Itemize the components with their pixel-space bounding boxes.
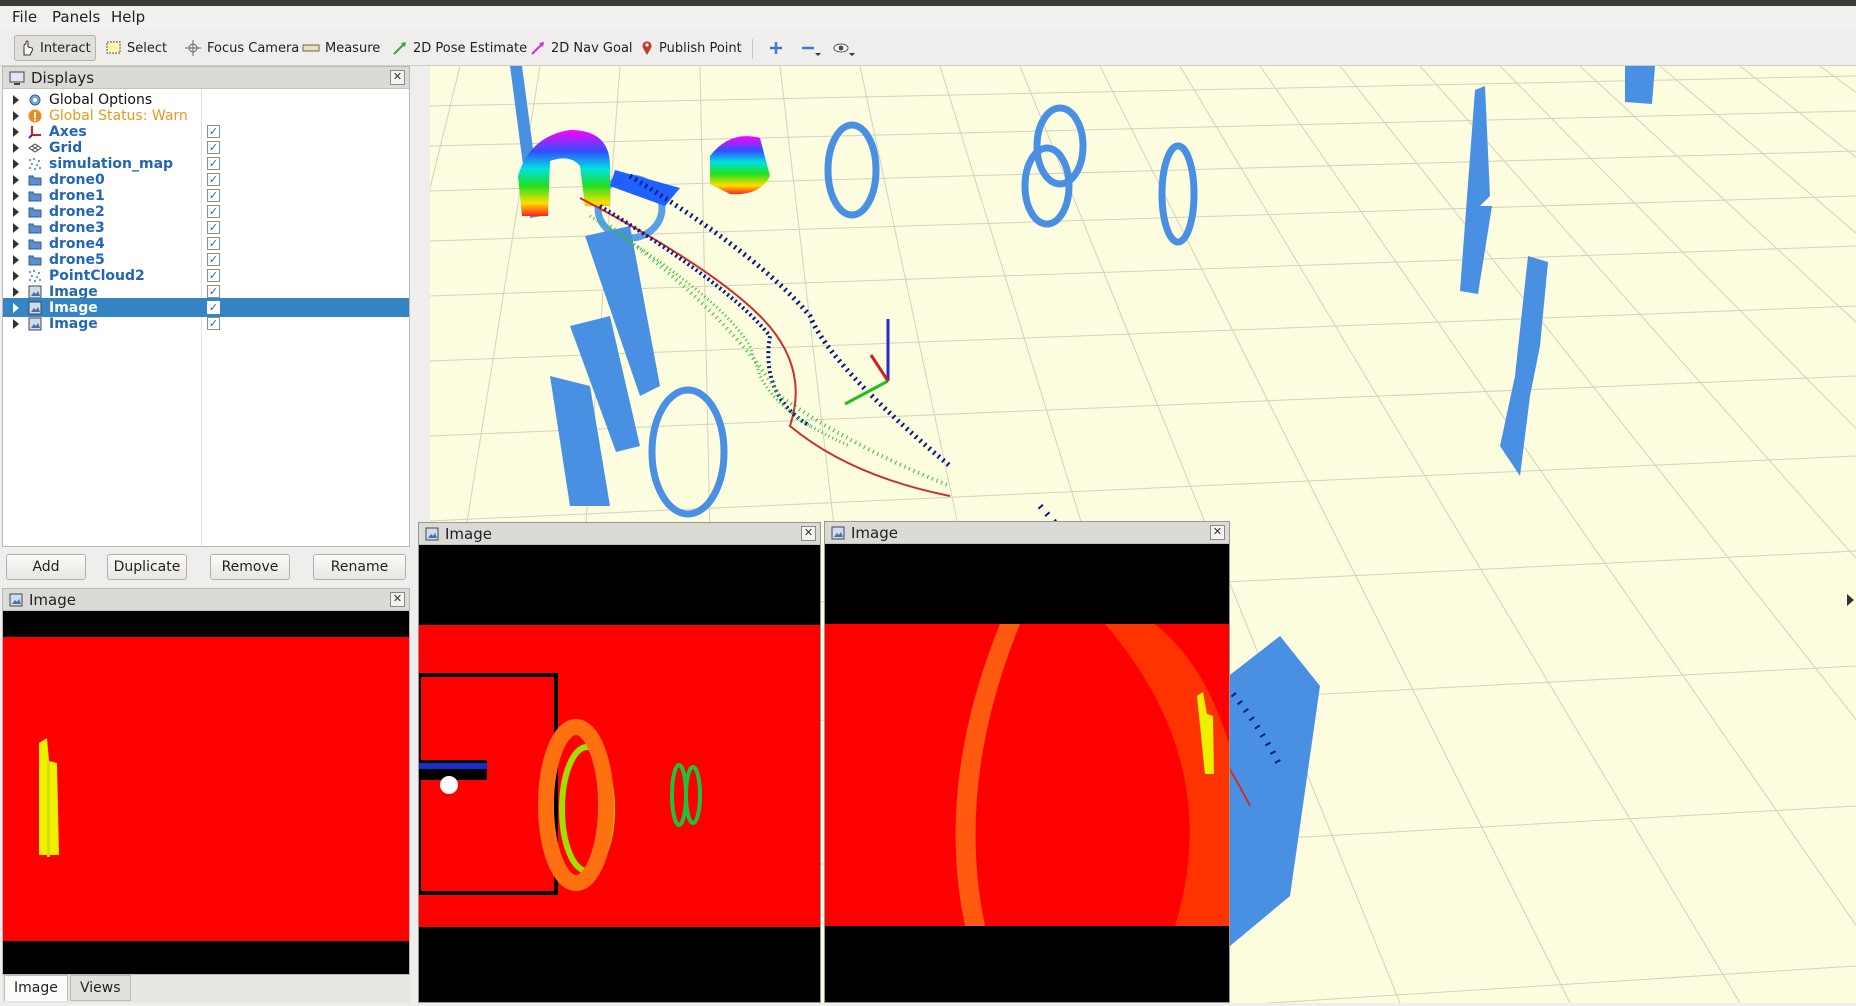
toolbar-separator [752,39,753,59]
image-icon [9,593,23,606]
image-panel-right-title: Image [851,523,898,542]
image-panel-middle: Image ✕ [417,522,821,1003]
add-button[interactable]: Add [6,554,86,580]
rename-button[interactable]: Rename [313,554,406,580]
camera-image-left [3,611,409,974]
add-tool-button[interactable] [764,35,793,61]
display-enabled-checkbox[interactable]: ✓ [207,253,220,266]
focus-camera-icon [185,40,201,56]
bottom-tab-bar: Image Views [2,975,410,1003]
image-panel-middle-title: Image [445,524,492,543]
expand-arrow-icon[interactable] [13,318,19,329]
image-icon [27,316,43,332]
displays-panel-header: Displays ✕ [3,67,409,89]
image-icon [425,527,439,540]
duplicate-button[interactable]: Duplicate [107,554,187,580]
plus-icon [770,42,782,54]
image-panel-right: Image ✕ [824,521,1230,1003]
publish-point-tool-button[interactable]: Publish Point [636,35,746,61]
expand-arrow-icon[interactable] [13,94,19,105]
remove-tool-button[interactable] [796,35,831,61]
map-pin-icon [642,41,652,55]
display-row-image[interactable]: Image ✓ [3,314,409,333]
measure-tool-button[interactable]: Measure [298,35,384,61]
display-enabled-checkbox[interactable]: ✓ [207,237,220,250]
view-tool-button[interactable] [828,35,865,61]
displays-tree: Global Options Global Status: Warn Axes ✓ Gr… [3,89,409,546]
menu-bar: File Panels Help [0,6,1856,29]
image-panel-right-header: Image ✕ [825,522,1229,544]
image-panel-left-header: Image ✕ [3,589,409,611]
remove-button[interactable]: Remove [210,554,290,580]
displays-panel: Displays ✕ Global Options Global Status: … [2,66,410,547]
tab-image[interactable]: Image [4,975,68,1001]
expand-arrow-icon[interactable] [13,254,19,265]
expand-arrow-icon[interactable] [13,286,19,297]
expand-arrow-icon[interactable] [13,126,19,137]
ruler-icon [302,44,320,52]
monitor-icon [9,71,25,85]
display-enabled-checkbox[interactable]: ✓ [207,301,220,314]
viewport-side-handle[interactable] [1847,594,1854,606]
image-panel-left-title: Image [29,590,76,609]
hand-cursor-icon [23,40,33,56]
expand-arrow-icon[interactable] [13,190,19,201]
expand-arrow-icon[interactable] [13,238,19,249]
axes-marker [844,319,890,406]
displays-button-row: Add Duplicate Remove Rename [2,552,410,582]
pose-estimate-tool-button[interactable]: 2D Pose Estimate [388,35,531,61]
image-panel-left: Image ✕ [2,588,410,975]
display-row-label: Image [49,315,98,332]
focus-camera-label: Focus Camera [207,40,300,56]
display-enabled-checkbox[interactable]: ✓ [207,269,220,282]
select-tool-button[interactable]: Select [102,35,171,61]
interact-tool-button[interactable]: Interact [14,35,96,61]
height-colored-pointcloud [518,130,770,216]
menu-panels[interactable]: Panels [52,8,100,26]
display-enabled-checkbox[interactable]: ✓ [207,285,220,298]
interact-label: Interact [40,40,91,56]
tab-views[interactable]: Views [70,975,131,1001]
eye-dropdown-icon [833,43,855,56]
tool-bar: Interact Select Focus Camera Measure 2D … [0,29,1856,66]
display-enabled-checkbox[interactable]: ✓ [207,317,220,330]
expand-arrow-icon[interactable] [13,270,19,281]
displays-title: Displays [31,68,95,87]
display-enabled-checkbox[interactable]: ✓ [207,173,220,186]
image-icon [831,526,845,539]
image-panel-left-close-button[interactable]: ✕ [390,592,405,607]
focus-camera-tool-button[interactable]: Focus Camera [180,35,303,61]
select-box-icon [106,41,121,54]
display-enabled-checkbox[interactable]: ✓ [207,157,220,170]
expand-arrow-icon[interactable] [13,110,19,121]
display-enabled-checkbox[interactable]: ✓ [207,141,220,154]
image-panel-middle-header: Image ✕ [419,523,820,545]
publish-point-label: Publish Point [659,40,742,56]
expand-arrow-icon[interactable] [13,142,19,153]
nav-goal-tool-button[interactable]: 2D Nav Goal [526,35,637,61]
display-enabled-checkbox[interactable]: ✓ [207,125,220,138]
select-label: Select [127,40,168,56]
camera-image-right [825,544,1229,1002]
green-arrow-icon [393,42,406,55]
display-enabled-checkbox[interactable]: ✓ [207,189,220,202]
camera-image-middle [417,545,820,1002]
menu-file[interactable]: File [12,8,37,26]
magenta-arrow-icon [531,42,544,55]
expand-arrow-icon[interactable] [13,222,19,233]
display-enabled-checkbox[interactable]: ✓ [207,205,220,218]
minus-dropdown-icon [802,46,821,56]
pose-estimate-label: 2D Pose Estimate [413,40,528,56]
image-panel-right-close-button[interactable]: ✕ [1210,525,1225,540]
expand-arrow-icon[interactable] [13,206,19,217]
expand-arrow-icon[interactable] [13,158,19,169]
expand-arrow-icon[interactable] [13,302,19,313]
measure-label: Measure [325,40,381,56]
displays-close-button[interactable]: ✕ [390,70,405,85]
image-panel-middle-close-button[interactable]: ✕ [801,526,816,541]
expand-arrow-icon[interactable] [13,174,19,185]
display-enabled-checkbox[interactable]: ✓ [207,221,220,234]
menu-help[interactable]: Help [111,8,145,26]
nav-goal-label: 2D Nav Goal [551,40,633,56]
